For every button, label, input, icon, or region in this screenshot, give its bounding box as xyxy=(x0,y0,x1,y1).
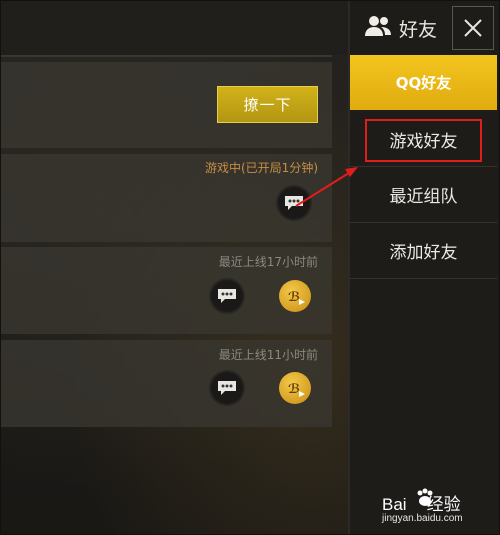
image-frame xyxy=(0,0,500,535)
